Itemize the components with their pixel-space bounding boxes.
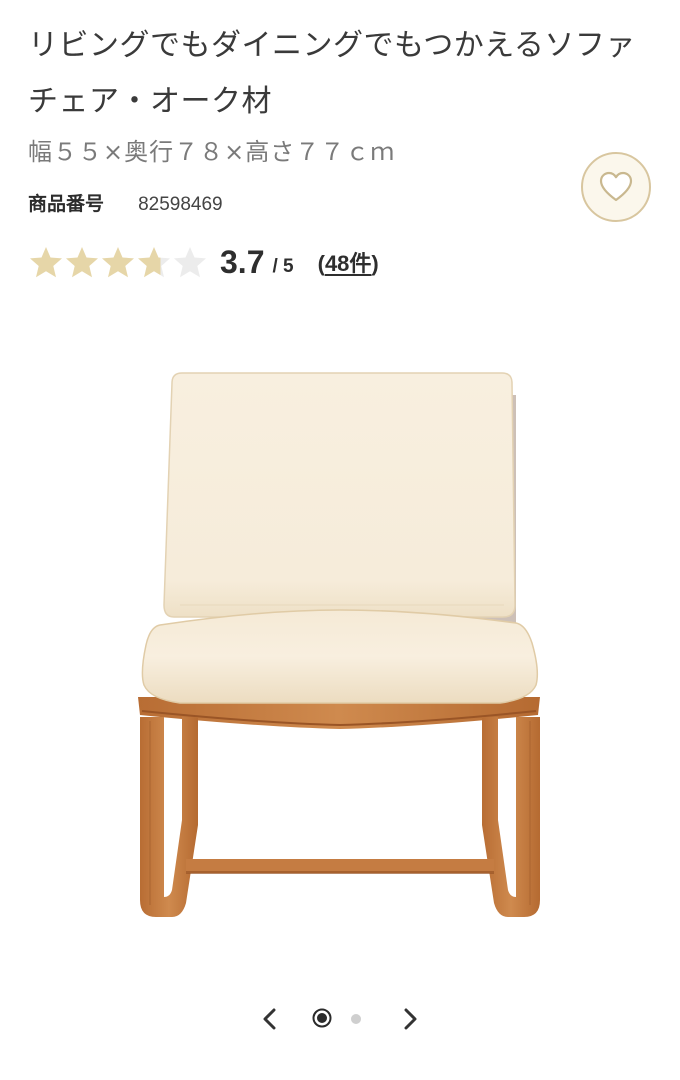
product-title: リビングでもダイニングでもつかえるソファチェア・オーク材 (28, 28, 636, 119)
favorite-button[interactable] (581, 152, 651, 222)
image-carousel-controls (250, 996, 430, 1042)
carousel-dot-active[interactable] (312, 1008, 332, 1028)
star-icon (102, 247, 134, 278)
star-icon (30, 247, 62, 278)
product-size: 幅５５×奥行７８×高さ７７ｃｍ (28, 138, 396, 166)
review-count-value[interactable]: 48件 (325, 251, 371, 276)
rating-score: 3.7 (220, 243, 265, 280)
chevron-right-icon[interactable] (396, 1005, 424, 1033)
star-icon (174, 247, 206, 278)
rating-max: / 5 (272, 256, 294, 277)
product-number-label: 商品番号 (28, 193, 105, 215)
carousel-dot[interactable] (351, 1014, 361, 1024)
star-rating (28, 245, 208, 279)
star-icon (138, 247, 170, 278)
product-number: 商品番号 82598469 (28, 190, 223, 219)
review-count-open: ( (317, 251, 325, 276)
product-image[interactable] (120, 355, 560, 935)
heart-icon (599, 171, 633, 202)
rating-summary: 3.7 / 5 (48件) (28, 238, 379, 286)
product-number-value: 82598469 (138, 194, 223, 215)
review-count-link[interactable]: (48件) (318, 246, 379, 278)
star-icon (66, 247, 98, 278)
review-count-close: ) (371, 251, 379, 276)
chevron-left-icon[interactable] (256, 1005, 284, 1033)
